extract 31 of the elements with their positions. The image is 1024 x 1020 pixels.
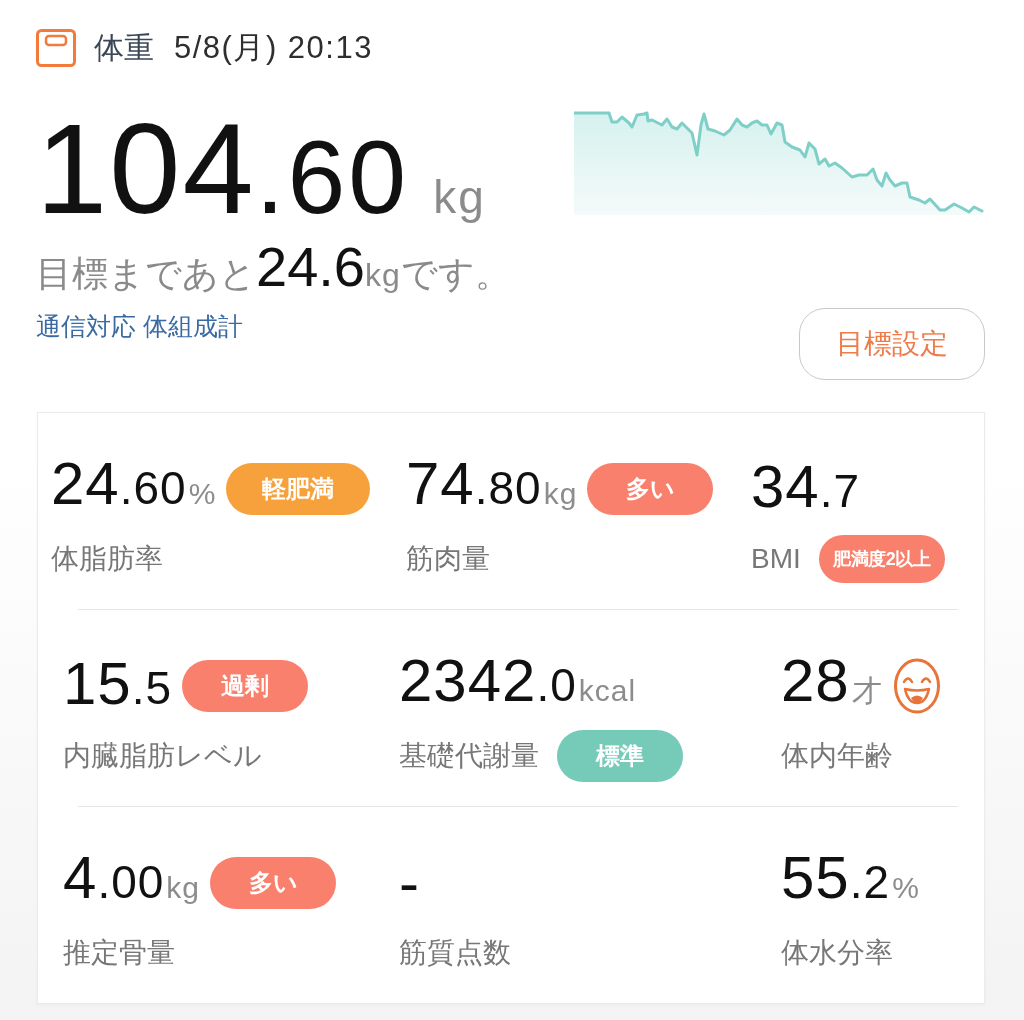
metric-value: 2342.0kcal (399, 649, 637, 716)
metric-value: 55.2% (781, 846, 920, 913)
metric-value: 24.60% (51, 452, 217, 519)
metric-label: 体内年齢 (781, 739, 893, 773)
metric-label: 推定骨量 (63, 936, 175, 970)
metric-label: 内臓脂肪レベル (63, 739, 262, 773)
status-badge: 標準 (557, 730, 683, 782)
status-badge: 多い (587, 463, 714, 515)
metric-label: 体水分率 (781, 936, 893, 970)
metric-value: 15.5 (63, 652, 173, 719)
measurement-datetime: 5/8(月) 20:13 (174, 29, 373, 67)
metric-value: - (399, 851, 420, 915)
metric-value: 4.00kg (63, 846, 200, 913)
smiling-face-icon (892, 658, 941, 714)
status-badge: 過剰 (182, 660, 309, 712)
device-link[interactable]: 通信対応 体組成計 (36, 309, 243, 343)
status-badge: 軽肥満 (226, 463, 371, 515)
scale-icon (36, 29, 76, 67)
weight-value: 104.60 kg (36, 105, 486, 233)
metric-value: 28 才 (781, 649, 883, 716)
status-badge: 多い (210, 857, 336, 909)
goal-remaining-text: 目標まであと 24.6kgです。 (36, 241, 511, 293)
metric-label: 筋質点数 (399, 936, 511, 970)
metric-label: 筋肉量 (406, 542, 490, 576)
metric-label: BMI (751, 542, 801, 576)
metric-label: 体脂肪率 (51, 542, 163, 576)
status-badge: 肥満度2以上 (818, 535, 945, 583)
page-title: 体重 (94, 30, 154, 66)
metric-label: 基礎代謝量 (399, 739, 539, 773)
metric-value: 74.80kg (406, 452, 578, 519)
metric-value: 34.7 (751, 455, 861, 522)
